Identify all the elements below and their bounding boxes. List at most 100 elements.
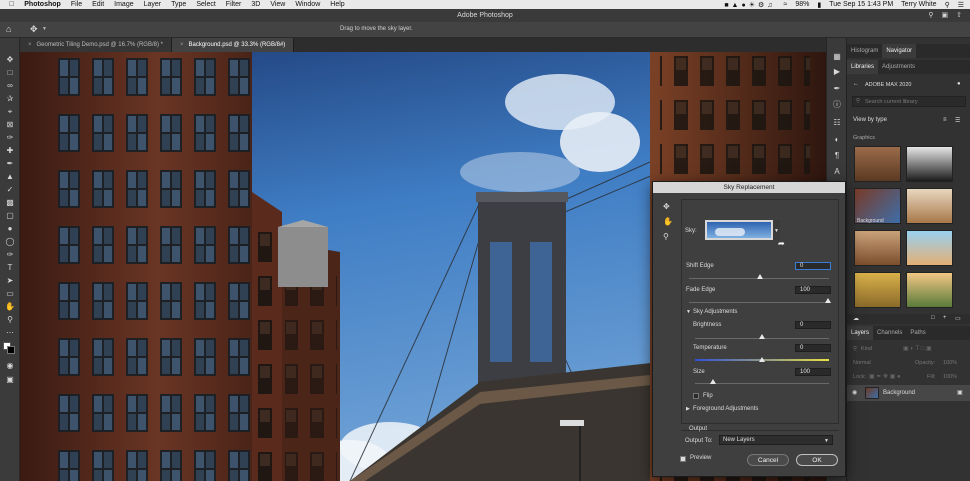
menu-view[interactable]: View bbox=[270, 1, 285, 8]
list-view-icon[interactable]: ☰ bbox=[955, 117, 960, 124]
color-swatches-icon[interactable] bbox=[3, 341, 15, 354]
user-icon[interactable]: ● bbox=[957, 81, 961, 87]
quick-mask-icon[interactable]: ◉ bbox=[4, 360, 16, 371]
gradient-tool-icon[interactable]: ▢ bbox=[4, 210, 16, 221]
quick-select-tool-icon[interactable]: ✰ bbox=[4, 93, 16, 104]
crop-tool-icon[interactable]: ⌖ bbox=[4, 106, 16, 117]
brush-tool-icon[interactable]: ✒ bbox=[4, 158, 16, 169]
layer-name[interactable]: Background bbox=[883, 390, 915, 396]
temperature-knob[interactable] bbox=[759, 357, 765, 362]
shift-edge-input[interactable]: 0 bbox=[795, 262, 831, 270]
foreground-adjustments-header[interactable]: Foreground Adjustments bbox=[693, 406, 758, 412]
fill-value[interactable]: 100% bbox=[943, 374, 957, 380]
hand-tool-icon[interactable]: ✋ bbox=[663, 217, 673, 226]
library-thumb[interactable] bbox=[854, 272, 901, 308]
preview-checkbox[interactable] bbox=[680, 456, 686, 462]
tab-layers[interactable]: Layers bbox=[847, 326, 874, 340]
size-input[interactable]: 100 bbox=[795, 368, 831, 376]
zoom-tool-icon[interactable]: ⚲ bbox=[663, 232, 669, 241]
folder-icon[interactable]: □ bbox=[931, 315, 935, 321]
clock[interactable]: Tue Sep 15 1:43 PM bbox=[829, 1, 893, 8]
menu-select[interactable]: Select bbox=[196, 1, 215, 8]
tab-channels[interactable]: Channels bbox=[873, 326, 906, 340]
paragraph-icon[interactable]: ¶ bbox=[831, 149, 843, 161]
add-icon[interactable]: + bbox=[943, 315, 947, 321]
opacity-value[interactable]: 100% bbox=[943, 360, 957, 366]
dodge-tool-icon[interactable]: ◯ bbox=[4, 236, 16, 247]
search-icon[interactable]: ⚲ bbox=[928, 11, 933, 19]
frame-tool-icon[interactable]: ⊠ bbox=[4, 119, 16, 130]
menu-window[interactable]: Window bbox=[295, 1, 320, 8]
size-knob[interactable] bbox=[710, 379, 716, 384]
move-tool-icon[interactable]: ✥ bbox=[30, 24, 38, 35]
chevron-down-icon[interactable]: ▼ bbox=[686, 309, 691, 315]
cloud-icon[interactable]: ☁ bbox=[853, 315, 859, 322]
library-thumb[interactable]: Background bbox=[854, 188, 901, 224]
fade-edge-input[interactable]: 100 bbox=[795, 286, 831, 294]
tab-navigator[interactable]: Navigator bbox=[882, 44, 917, 58]
sky-dropdown[interactable]: ▼ bbox=[773, 220, 780, 240]
ok-button[interactable]: OK bbox=[796, 454, 838, 466]
move-tool-icon[interactable]: ✥ bbox=[4, 54, 16, 65]
menu-layer[interactable]: Layer bbox=[144, 1, 162, 8]
lasso-tool-icon[interactable]: ∞ bbox=[4, 80, 16, 91]
user-name[interactable]: Terry White bbox=[901, 1, 936, 8]
output-to-select[interactable]: New Layers ▼ bbox=[719, 435, 833, 445]
sky-adjustments-header[interactable]: Sky Adjustments bbox=[693, 309, 737, 315]
properties-icon[interactable]: ☷ bbox=[831, 116, 843, 128]
view-by-dropdown[interactable]: View by type bbox=[853, 117, 887, 123]
tab-geometric-tiling[interactable]: × Geometric Tiling Demo.psd @ 16.7% (RGB/… bbox=[20, 38, 172, 52]
library-thumb[interactable] bbox=[906, 230, 953, 266]
menu-app-name[interactable]: Photoshop bbox=[24, 1, 61, 8]
tab-histogram[interactable]: Histogram bbox=[847, 44, 882, 58]
search-icon[interactable]: ⚲ bbox=[945, 1, 950, 9]
sort-icon[interactable]: ≡ bbox=[943, 117, 947, 123]
home-icon[interactable]: ⌂ bbox=[6, 24, 11, 34]
layer-filter-icons[interactable]: ▣ ◐ T □ ▣ bbox=[903, 345, 932, 352]
stamp-tool-icon[interactable]: ▲ bbox=[4, 171, 16, 182]
more-tools-icon[interactable]: ⋯ bbox=[4, 327, 16, 338]
lock-icons[interactable]: ▣ ✒ ✥ ▣ ● bbox=[869, 373, 901, 380]
history-brush-icon[interactable]: ✓ bbox=[4, 184, 16, 195]
close-icon[interactable]: × bbox=[28, 42, 32, 48]
menu-3d[interactable]: 3D bbox=[251, 1, 260, 8]
character-icon[interactable]: A bbox=[831, 165, 843, 177]
library-thumb[interactable] bbox=[906, 188, 953, 224]
tab-background[interactable]: × Background.psd @ 33.3% (RGB/8#) bbox=[171, 38, 295, 52]
layer-row[interactable]: ◉ Background ▣ bbox=[847, 385, 970, 401]
library-thumb[interactable] bbox=[906, 272, 953, 308]
chevron-down-icon[interactable]: ▼ bbox=[42, 26, 47, 32]
brightness-knob[interactable] bbox=[759, 334, 765, 339]
library-thumb[interactable] bbox=[906, 146, 953, 182]
control-center-icon[interactable]: ☰ bbox=[958, 1, 964, 9]
back-arrow-icon[interactable]: ← bbox=[853, 81, 859, 87]
layer-filter-icon[interactable]: ⚲ bbox=[853, 346, 857, 352]
section-graphics[interactable]: Graphics bbox=[853, 135, 875, 141]
close-icon[interactable]: × bbox=[180, 42, 184, 48]
share-icon[interactable]: ⇧ bbox=[956, 11, 962, 19]
move-tool-icon[interactable]: ✥ bbox=[663, 202, 670, 211]
sky-preset-thumbnail[interactable] bbox=[705, 220, 773, 240]
workspace-icon[interactable]: ▣ bbox=[942, 11, 949, 19]
path-select-icon[interactable]: ➤ bbox=[4, 275, 16, 286]
chevron-right-icon[interactable]: ▶ bbox=[686, 406, 690, 412]
blur-tool-icon[interactable]: ● bbox=[4, 223, 16, 234]
type-tool-icon[interactable]: T bbox=[4, 262, 16, 273]
hand-tool-icon[interactable]: ✋ bbox=[4, 301, 16, 312]
menu-file[interactable]: File bbox=[71, 1, 82, 8]
fade-edge-knob[interactable] bbox=[825, 298, 831, 303]
info-icon[interactable]: ⓘ bbox=[831, 98, 843, 110]
menu-type[interactable]: Type bbox=[171, 1, 186, 8]
tab-adjustments[interactable]: Adjustments bbox=[878, 60, 919, 74]
library-thumb[interactable] bbox=[854, 230, 901, 266]
shift-edge-knob[interactable] bbox=[757, 274, 763, 279]
play-icon[interactable]: ▶ bbox=[831, 65, 843, 77]
trash-icon[interactable]: ▭ bbox=[955, 315, 961, 322]
history-icon[interactable]: ▦ bbox=[831, 50, 843, 62]
menu-help[interactable]: Help bbox=[330, 1, 344, 8]
pen-tool-icon[interactable]: ✑ bbox=[4, 249, 16, 260]
flip-checkbox[interactable] bbox=[693, 393, 699, 399]
eyedropper-tool-icon[interactable]: ✑ bbox=[4, 132, 16, 143]
marquee-tool-icon[interactable]: □ bbox=[4, 67, 16, 78]
menu-filter[interactable]: Filter bbox=[226, 1, 242, 8]
